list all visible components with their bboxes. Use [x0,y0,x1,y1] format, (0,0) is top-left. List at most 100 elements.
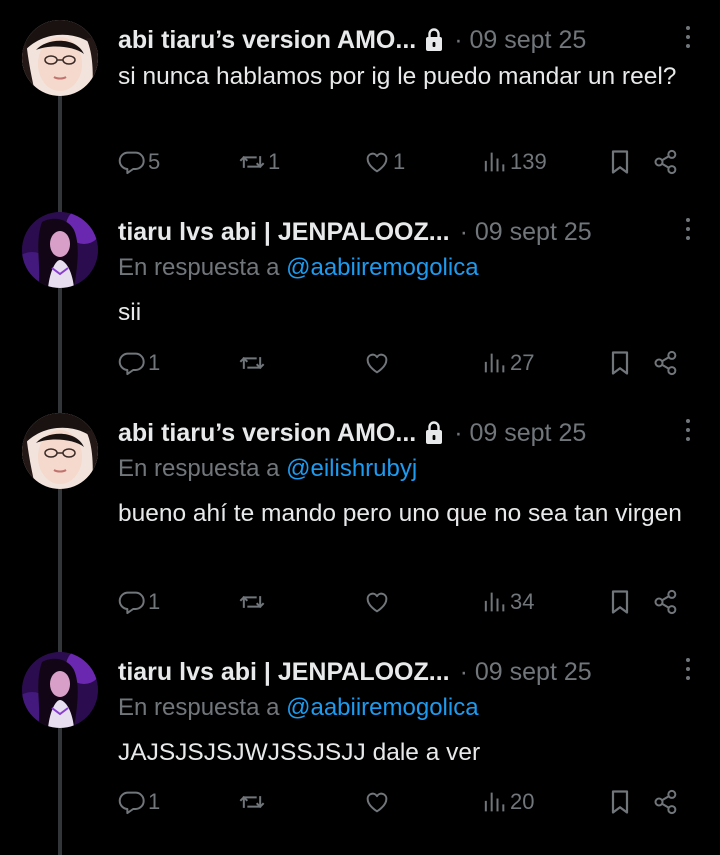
views-count: 139 [510,149,547,174]
avatar[interactable] [22,413,98,489]
share-button[interactable] [652,782,680,822]
like-button[interactable] [363,343,393,383]
retweet-button[interactable]: 1 [238,142,280,182]
action-bar: 5 1 1 139 [118,142,698,182]
display-name[interactable]: abi tiaru’s version AMO... [118,26,416,55]
action-bar: 1 34 [118,582,698,622]
retweet-button[interactable] [238,343,268,383]
views-icon [480,148,508,176]
reply-count: 5 [148,149,161,174]
share-icon [652,349,680,377]
reply-icon [118,349,146,377]
lock-icon [424,420,444,446]
tweet-text: si nunca hablamos por ig le puedo mandar… [118,63,677,90]
bookmark-button[interactable] [606,142,634,182]
retweet-button[interactable] [238,782,268,822]
display-name[interactable]: abi tiaru’s version AMO... [118,419,416,448]
bookmark-icon [606,788,634,816]
views-button[interactable]: 139 [480,142,547,182]
reply-icon [118,588,146,616]
display-name[interactable]: tiaru lvs abi | JENPALOOZ... [118,658,450,687]
views-button[interactable]: 34 [480,582,534,622]
share-button[interactable] [652,142,680,182]
bookmark-button[interactable] [606,782,634,822]
share-button[interactable] [652,582,680,622]
views-button[interactable]: 27 [480,343,534,383]
more-icon[interactable] [684,658,692,684]
avatar[interactable] [22,20,98,96]
reply-context: En respuesta a @eilishrubyj [118,455,417,483]
retweet-icon [238,148,266,176]
reply-handle-link[interactable]: @aabiiremogolica [286,254,478,281]
tweet-text: bueno ahí te mando pero uno que no sea t… [118,500,682,527]
views-icon [480,788,508,816]
avatar-woman-glasses [22,413,98,489]
avatar-purple-performer [22,652,98,728]
like-icon [363,349,391,377]
views-button[interactable]: 20 [480,782,534,822]
reply-prefix: En respuesta a [118,455,287,482]
like-icon [363,148,391,176]
reply-button[interactable]: 1 [118,343,160,383]
bookmark-icon [606,349,634,377]
reply-button[interactable]: 5 [118,142,160,182]
timestamp[interactable]: · 09 sept 25 [454,419,586,448]
avatar[interactable] [22,652,98,728]
reply-button[interactable]: 1 [118,782,160,822]
reply-prefix: En respuesta a [118,694,287,721]
like-icon [363,588,391,616]
views-count: 27 [510,350,535,375]
views-icon [480,588,508,616]
reply-handle-link[interactable]: @aabiiremogolica [286,694,478,721]
thread: abi tiaru’s version AMO... · 09 sept 25 … [0,0,720,855]
avatar[interactable] [22,212,98,288]
reply-icon [118,148,146,176]
tweet-text: sii [118,299,142,326]
lock-icon [424,27,444,53]
more-icon[interactable] [684,419,692,445]
views-icon [480,349,508,377]
share-icon [652,788,680,816]
action-bar: 1 20 [118,782,698,822]
share-button[interactable] [652,343,680,383]
like-count: 1 [393,149,406,174]
retweet-icon [238,588,266,616]
tweet-header: tiaru lvs abi | JENPALOOZ... · 09 sept 2… [118,214,700,250]
share-icon [652,148,680,176]
share-icon [652,588,680,616]
more-icon[interactable] [684,218,692,244]
reply-count: 1 [148,789,161,814]
reply-button[interactable]: 1 [118,582,160,622]
timestamp[interactable]: · 09 sept 25 [460,218,592,247]
reply-prefix: En respuesta a [118,254,287,281]
bookmark-button[interactable] [606,582,634,622]
bookmark-icon [606,148,634,176]
reply-context: En respuesta a @aabiiremogolica [118,254,479,282]
retweet-button[interactable] [238,582,268,622]
bookmark-icon [606,588,634,616]
like-button[interactable] [363,782,393,822]
reply-count: 1 [148,589,161,614]
avatar-woman-glasses [22,20,98,96]
retweet-icon [238,788,266,816]
views-count: 34 [510,589,535,614]
reply-icon [118,788,146,816]
action-bar: 1 27 [118,343,698,383]
bookmark-button[interactable] [606,343,634,383]
tweet-text: JAJSJSJSJWJSSJSJJ dale a ver [118,739,481,766]
retweet-icon [238,349,266,377]
views-count: 20 [510,789,535,814]
retweet-count: 1 [268,149,281,174]
tweet-header: tiaru lvs abi | JENPALOOZ... · 09 sept 2… [118,654,700,690]
reply-count: 1 [148,350,161,375]
like-button[interactable]: 1 [363,142,405,182]
tweet-header: abi tiaru’s version AMO... · 09 sept 25 [118,22,700,58]
timestamp[interactable]: · 09 sept 25 [460,658,592,687]
like-button[interactable] [363,582,393,622]
reply-context: En respuesta a @aabiiremogolica [118,694,479,722]
timestamp[interactable]: · 09 sept 25 [454,26,586,55]
more-icon[interactable] [684,26,692,52]
reply-handle-link[interactable]: @eilishrubyj [286,455,417,482]
display-name[interactable]: tiaru lvs abi | JENPALOOZ... [118,218,450,247]
like-icon [363,788,391,816]
